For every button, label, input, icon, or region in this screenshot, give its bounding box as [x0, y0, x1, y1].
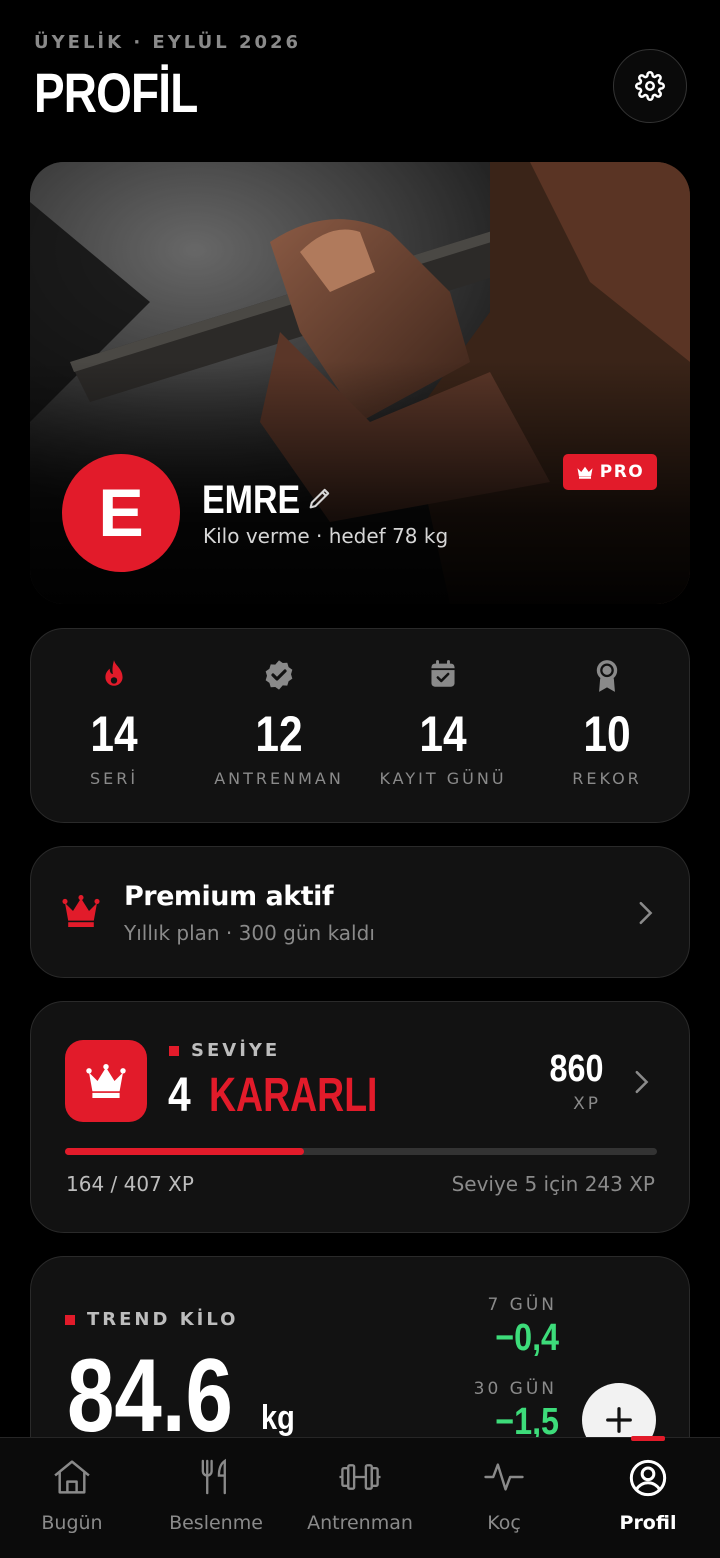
medal-icon [596, 660, 618, 692]
tab-koc[interactable]: Koç [432, 1438, 576, 1558]
settings-button[interactable] [613, 49, 687, 123]
change-30d-label: 30 GÜN [473, 1379, 557, 1399]
crown-icon [577, 466, 593, 479]
stat-label: SERİ [89, 769, 139, 788]
premium-subtitle: Yıllık plan · 300 gün kaldı [124, 921, 375, 945]
tab-bugun[interactable]: Bugün [0, 1438, 144, 1558]
profile-screen: ÜYELİK · EYLÜL 2026 PROFİL E EMRE Kilo v… [0, 0, 720, 1558]
xp-progress-text: 164 / 407 XP [66, 1172, 194, 1196]
tab-label: Beslenme [169, 1512, 263, 1534]
stat-value: 14 [90, 706, 138, 762]
stats-card: 14 SERİ 12 ANTRENMAN 14 KAYIT GÜNÜ 10 RE… [30, 628, 690, 823]
stat-label: KAYIT GÜNÜ [379, 769, 507, 788]
stat-value: 12 [255, 706, 303, 762]
crown-icon [86, 1064, 126, 1098]
premium-status-card[interactable]: Premium aktif Yıllık plan · 300 gün kald… [30, 846, 690, 978]
stat-records[interactable]: 10 REKOR [532, 629, 682, 824]
page-title: PROFİL [34, 61, 198, 124]
xp-next-level-text: Seviye 5 için 243 XP [451, 1172, 655, 1196]
tab-label: Antrenman [307, 1512, 413, 1534]
bottom-tab-bar: Bugün Beslenme Antrenman Koç Profil [0, 1436, 720, 1558]
pro-badge: PRO [563, 454, 657, 490]
user-goal: Kilo verme · hedef 78 kg [203, 524, 449, 548]
pro-badge-label: PRO [599, 462, 645, 482]
xp-progress-fill [65, 1148, 304, 1155]
trend-caption: TREND KİLO [65, 1309, 238, 1330]
level-card[interactable]: SEVİYE 4 KARARLI 860 XP 164 / 407 XP Sev… [30, 1001, 690, 1233]
level-number: 4 [168, 1069, 191, 1122]
tab-profil[interactable]: Profil [576, 1438, 720, 1558]
gear-icon [635, 71, 665, 101]
stat-streak[interactable]: 14 SERİ [39, 629, 189, 824]
level-badge [65, 1040, 147, 1122]
plus-icon [606, 1407, 632, 1433]
xp-progress-bar [65, 1148, 657, 1155]
tab-label: Bugün [41, 1512, 103, 1534]
chevron-right-icon [639, 901, 653, 925]
level-name: KARARLI [209, 1069, 378, 1122]
calendar-check-icon [431, 660, 455, 687]
home-icon [54, 1460, 90, 1494]
tab-antrenman[interactable]: Antrenman [288, 1438, 432, 1558]
pencil-icon[interactable] [306, 484, 334, 512]
stat-label: ANTRENMAN [214, 769, 344, 788]
change-7d-label: 7 GÜN [487, 1295, 557, 1315]
change-7d-value: −0,4 [495, 1317, 559, 1359]
stat-value: 10 [583, 706, 631, 762]
stat-workouts[interactable]: 12 ANTRENMAN [204, 629, 354, 824]
stat-log-days[interactable]: 14 KAYIT GÜNÜ [368, 629, 518, 824]
tab-beslenme[interactable]: Beslenme [144, 1438, 288, 1558]
trend-weight-unit: kg [261, 1399, 295, 1437]
level-caption: SEVİYE [169, 1040, 280, 1061]
crown-icon [62, 895, 100, 927]
stat-label: REKOR [572, 769, 642, 788]
premium-title: Premium aktif [124, 881, 334, 912]
user-circle-icon [629, 1459, 667, 1497]
flame-icon [105, 660, 123, 686]
profile-hero-card: E EMRE Kilo verme · hedef 78 kg PRO [30, 162, 690, 604]
avatar[interactable]: E [62, 454, 180, 572]
chevron-right-icon [635, 1070, 649, 1094]
utensils-icon [201, 1458, 226, 1495]
dumbbell-icon [339, 1464, 381, 1490]
pulse-icon [484, 1463, 524, 1491]
membership-caption: ÜYELİK · EYLÜL 2026 [34, 32, 302, 53]
user-name: EMRE [202, 478, 301, 522]
verified-badge-icon [265, 660, 293, 690]
xp-value: 860 [549, 1048, 603, 1090]
tab-label: Koç [487, 1512, 521, 1534]
stat-value: 14 [419, 706, 467, 762]
tab-label: Profil [619, 1512, 677, 1534]
xp-label: XP [573, 1094, 601, 1114]
